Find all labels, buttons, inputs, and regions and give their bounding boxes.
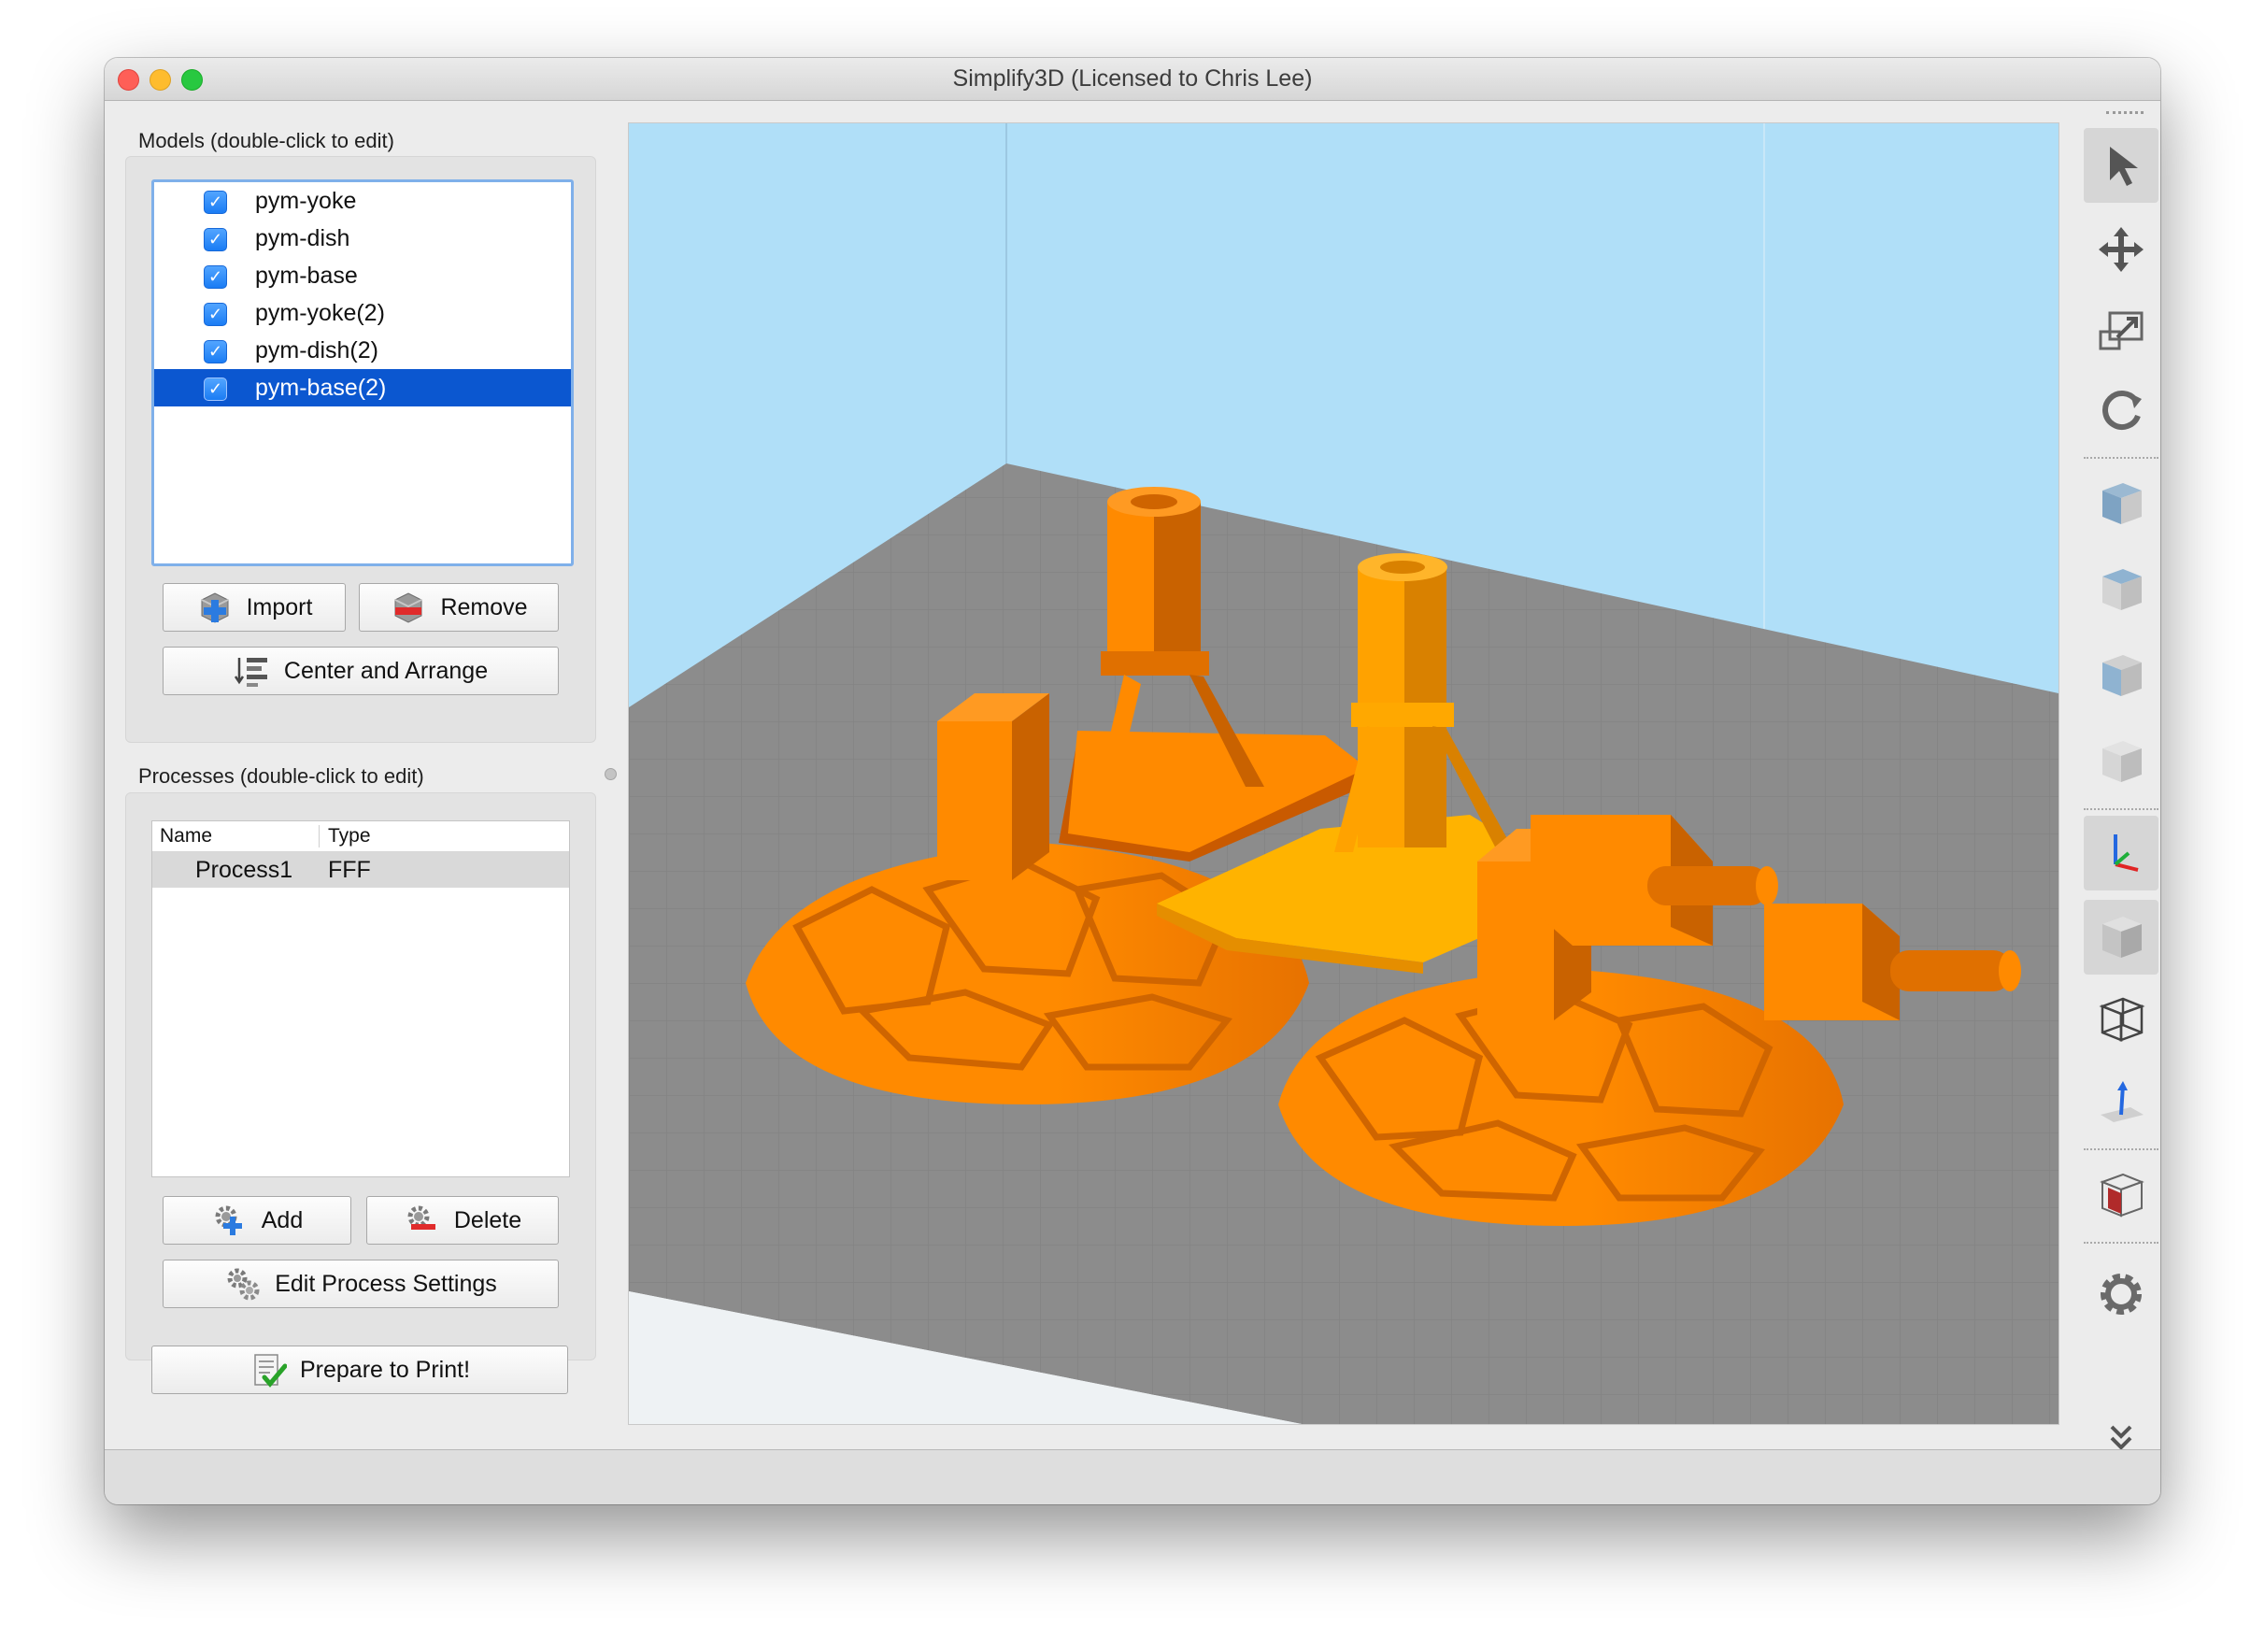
model-name: pym-base bbox=[255, 263, 358, 289]
solid-view-button[interactable] bbox=[2084, 900, 2158, 975]
top-view-icon bbox=[2102, 655, 2142, 696]
checkbox[interactable]: ✓ bbox=[204, 377, 227, 401]
model-name: pym-base(2) bbox=[255, 375, 387, 401]
import-button[interactable]: Import bbox=[163, 583, 346, 632]
settings-gears-icon bbox=[227, 1268, 260, 1301]
add-gear-icon bbox=[215, 1205, 242, 1235]
edit-process-settings-label: Edit Process Settings bbox=[275, 1270, 497, 1297]
edit-process-settings-button[interactable]: Edit Process Settings bbox=[163, 1260, 559, 1308]
model-item-pym-dish[interactable]: ✓ pym-dish bbox=[154, 220, 571, 257]
column-header-name[interactable]: Name bbox=[160, 825, 212, 847]
checkbox[interactable]: ✓ bbox=[204, 265, 227, 289]
add-label: Add bbox=[261, 1206, 304, 1233]
rotate-icon bbox=[2102, 391, 2142, 430]
scale-tool-button[interactable] bbox=[2084, 294, 2158, 369]
status-bar bbox=[105, 1449, 2160, 1504]
delete-label: Delete bbox=[453, 1206, 522, 1233]
top-view-button[interactable] bbox=[2084, 638, 2158, 713]
checkbox[interactable]: ✓ bbox=[204, 228, 227, 251]
solid-view-icon bbox=[2102, 917, 2142, 958]
center-and-arrange-button[interactable]: Center and Arrange bbox=[163, 647, 559, 695]
settings-gear-icon bbox=[2101, 1274, 2142, 1315]
cross-section-icon bbox=[2100, 1173, 2144, 1218]
iso-view-button[interactable] bbox=[2084, 466, 2158, 541]
application-window: Simplify3D (Licensed to Chris Lee) Model… bbox=[105, 58, 2160, 1504]
toolbar-separator bbox=[2084, 808, 2158, 810]
import-label: Import bbox=[246, 593, 313, 620]
delete-gear-icon bbox=[407, 1205, 435, 1230]
toolbar-separator bbox=[2084, 1242, 2158, 1244]
scale-icon bbox=[2099, 311, 2144, 350]
arrange-icon bbox=[234, 658, 267, 687]
3d-viewport[interactable] bbox=[628, 122, 2059, 1425]
prepare-to-print-label: Prepare to Print! bbox=[299, 1356, 471, 1383]
add-process-button[interactable]: Add bbox=[163, 1196, 351, 1245]
select-icon bbox=[2110, 147, 2138, 186]
column-divider bbox=[319, 825, 320, 847]
model-item-pym-base-2[interactable]: ✓ pym-base(2) bbox=[154, 369, 571, 406]
table-header: Name Type bbox=[152, 821, 569, 852]
toolbar-separator bbox=[2084, 1148, 2158, 1150]
remove-button[interactable]: Remove bbox=[359, 583, 559, 632]
select-tool-button[interactable] bbox=[2084, 128, 2158, 203]
model-item-pym-base[interactable]: ✓ pym-base bbox=[154, 257, 571, 294]
delete-process-button[interactable]: Delete bbox=[366, 1196, 559, 1245]
front-view-button[interactable] bbox=[2084, 552, 2158, 627]
processes-table[interactable]: Name Type Process1 FFF bbox=[151, 820, 570, 1177]
prepare-to-print-button[interactable]: Prepare to Print! bbox=[151, 1346, 568, 1394]
cross-section-button[interactable] bbox=[2084, 1158, 2158, 1232]
process-name: Process1 bbox=[195, 857, 293, 883]
view-toolbar bbox=[2078, 109, 2158, 1502]
model-name: pym-dish bbox=[255, 225, 350, 251]
wireframe-view-icon bbox=[2099, 997, 2145, 1042]
side-view-button[interactable] bbox=[2084, 724, 2158, 799]
normals-icon bbox=[2101, 1081, 2144, 1122]
prepare-checklist-icon bbox=[254, 1354, 287, 1388]
table-row[interactable]: Process1 FFF bbox=[152, 852, 569, 888]
window-title: Simplify3D (Licensed to Chris Lee) bbox=[952, 65, 1313, 92]
checkbox[interactable]: ✓ bbox=[204, 191, 227, 214]
column-header-type[interactable]: Type bbox=[328, 825, 371, 847]
model-item-pym-yoke[interactable]: ✓ pym-yoke bbox=[154, 182, 571, 220]
toolbar-separator bbox=[2084, 457, 2158, 459]
center-and-arrange-label: Center and Arrange bbox=[283, 657, 489, 684]
remove-cube-minus-icon bbox=[394, 592, 422, 623]
settings-button[interactable] bbox=[2084, 1257, 2158, 1332]
build-volume-scene bbox=[629, 123, 2058, 1424]
axes-toggle-button[interactable] bbox=[2084, 816, 2158, 890]
model-name: pym-yoke bbox=[255, 188, 357, 214]
model-item-pym-yoke-2[interactable]: ✓ pym-yoke(2) bbox=[154, 294, 571, 332]
checkbox[interactable]: ✓ bbox=[204, 340, 227, 363]
checkbox[interactable]: ✓ bbox=[204, 303, 227, 326]
process-type: FFF bbox=[328, 857, 371, 883]
iso-view-icon bbox=[2102, 483, 2142, 524]
normals-view-button[interactable] bbox=[2084, 1064, 2158, 1139]
rotate-tool-button[interactable] bbox=[2084, 373, 2158, 448]
move-icon bbox=[2099, 227, 2144, 272]
models-section-label: Models (double-click to edit) bbox=[138, 129, 394, 152]
processes-section-label: Processes (double-click to edit) bbox=[138, 764, 424, 788]
model-item-pym-dish-2[interactable]: ✓ pym-dish(2) bbox=[154, 332, 571, 369]
wireframe-view-button[interactable] bbox=[2084, 982, 2158, 1057]
move-tool-button[interactable] bbox=[2084, 212, 2158, 287]
side-view-icon bbox=[2102, 741, 2142, 782]
model-name: pym-dish(2) bbox=[255, 337, 378, 363]
title-bar: Simplify3D (Licensed to Chris Lee) bbox=[105, 58, 2160, 101]
front-view-icon bbox=[2102, 569, 2142, 610]
models-list[interactable]: ✓ pym-yoke ✓ pym-dish ✓ pym-base ✓ pym-y… bbox=[151, 179, 574, 566]
toolbar-grip bbox=[2106, 111, 2144, 114]
import-cube-plus-icon bbox=[201, 592, 229, 623]
splitter-handle[interactable] bbox=[605, 768, 617, 780]
axes-icon bbox=[2114, 834, 2139, 872]
remove-label: Remove bbox=[440, 593, 528, 620]
model-name: pym-yoke(2) bbox=[255, 300, 385, 326]
